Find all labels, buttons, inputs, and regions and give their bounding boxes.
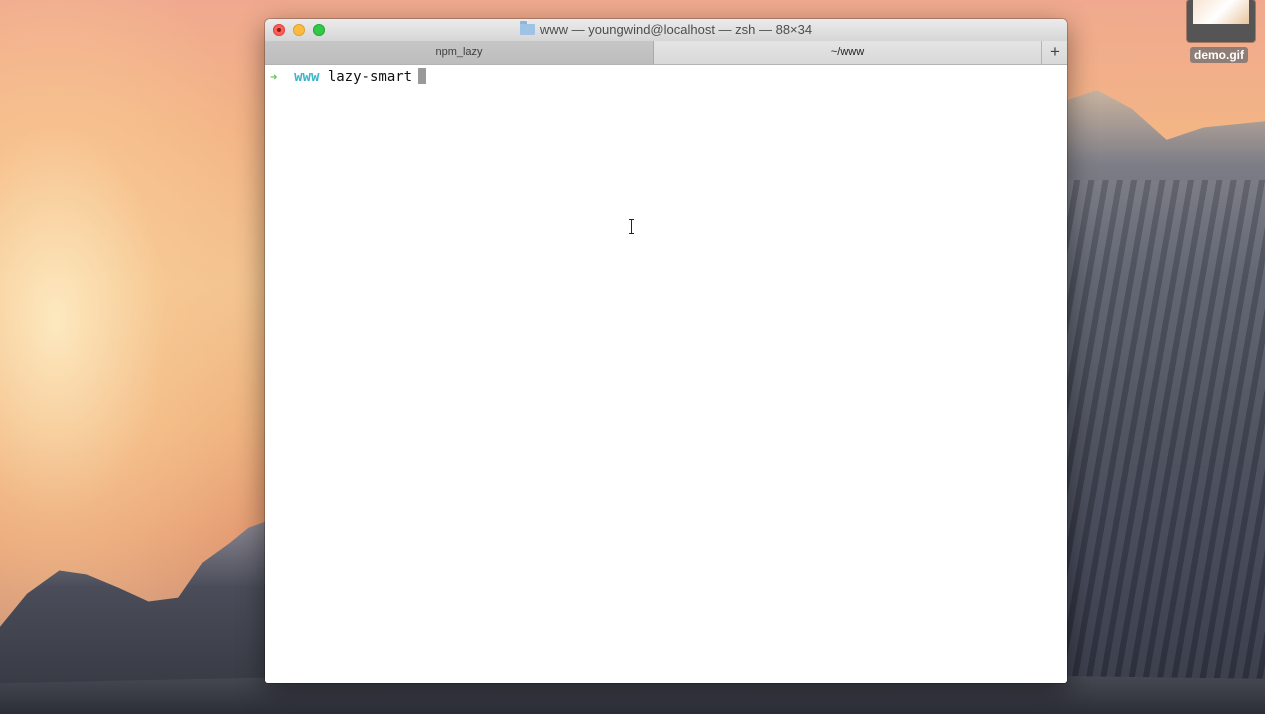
desktop: demo.gif www — youngwind@localhost — zsh… [0, 0, 1265, 714]
window-title-text: www — youngwind@localhost — zsh — 88×34 [539, 22, 813, 37]
folder-icon [519, 21, 535, 35]
new-tab-button[interactable]: + [1041, 41, 1067, 64]
desktop-file-label: demo.gif [1190, 47, 1248, 63]
gif-thumbnail-icon [1187, 0, 1255, 42]
prompt-line: ➜ www lazy-smart [270, 67, 427, 87]
tab-bar: npm_lazy ~/www + [265, 41, 1067, 65]
plus-icon: + [1050, 42, 1060, 61]
desktop-file-demo-gif[interactable]: demo.gif [1186, 0, 1256, 68]
close-button[interactable] [273, 24, 285, 36]
tab-www[interactable]: ~/www [654, 41, 1041, 64]
terminal-window: www — youngwind@localhost — zsh — 88×34 … [265, 19, 1067, 683]
prompt-arrow-icon: ➜ [270, 70, 278, 84]
command-input[interactable]: lazy-smart [328, 69, 412, 85]
wallpaper-cliff-texture [1060, 180, 1265, 714]
text-cursor [418, 68, 427, 84]
maximize-button[interactable] [313, 24, 325, 36]
tab-npm-lazy[interactable]: npm_lazy [265, 41, 654, 64]
prompt-cwd: www [294, 69, 320, 85]
window-title: www — youngwind@localhost — zsh — 88×34 [265, 19, 1067, 41]
terminal-content[interactable]: ➜ www lazy-smart [265, 65, 1067, 683]
minimize-button[interactable] [293, 24, 305, 36]
title-bar[interactable]: www — youngwind@localhost — zsh — 88×34 [265, 19, 1067, 41]
ibeam-cursor-icon [629, 219, 635, 234]
